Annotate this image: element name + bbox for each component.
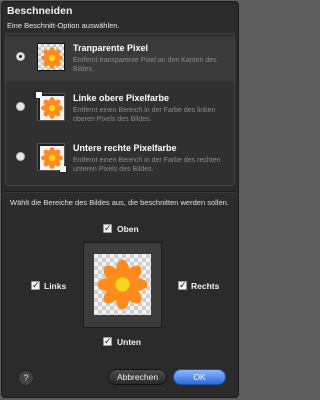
checkbox-top-label: Oben [117,224,139,234]
dialog-title: Beschneiden [7,5,73,17]
checkbox-left[interactable]: ✓ [31,281,40,290]
divider [5,191,235,193]
dialog-subtitle: Eine Beschnitt-Option auswählen. [7,21,120,30]
option-radio-bottom-right[interactable] [16,152,25,161]
crop-preview [83,242,162,328]
option-radio-transparent[interactable] [16,52,25,61]
flower-dark-thumb-icon [37,143,67,173]
flower-transparent-thumb-icon [37,43,65,71]
option-description: Entfernt transparente Pixel an den Kante… [73,57,217,73]
crop-sides-description: Wählt die Bereiche des Bildes aus, die b… [10,198,229,207]
cancel-button[interactable]: Abbrechen [108,369,167,385]
option-title: Tranparente Pixel [73,43,149,53]
option-radio-top-left[interactable] [16,102,25,111]
option-description: Entfernt einen Bereich in der Farbe des … [73,157,221,173]
option-title: Untere rechte Pixelfarbe [73,143,177,153]
checkbox-right[interactable]: ✓ [178,281,187,290]
crop-options-panel: Tranparente Pixel Entfernt transparente … [5,33,235,186]
option-bottom-right-pixel-color[interactable]: Untere rechte Pixelfarbe Entfernt einen … [6,137,234,181]
option-top-left-pixel-color[interactable]: Linke obere Pixelfarbe Entfernt einen Be… [6,87,234,131]
ok-button[interactable]: OK [173,369,226,385]
checkbox-bottom-label: Unten [117,337,142,347]
checkbox-left-label: Links [44,281,67,291]
checkbox-bottom[interactable]: ✓ [103,337,112,346]
flower-icon [97,259,148,310]
help-button[interactable]: ? [18,370,34,386]
checkbox-top[interactable]: ✓ [103,224,112,233]
flower-dark-thumb-icon [35,91,65,121]
option-title: Linke obere Pixelfarbe [73,93,170,103]
crop-dialog: Beschneiden Eine Beschnitt-Option auswäh… [1,1,239,398]
preview-image [94,254,151,315]
option-description: Entfernt einen Bereich in der Farbe des … [73,107,216,123]
checkbox-right-label: Rechts [191,281,220,291]
option-transparent-pixels[interactable]: Tranparente Pixel Entfernt transparente … [6,37,234,81]
